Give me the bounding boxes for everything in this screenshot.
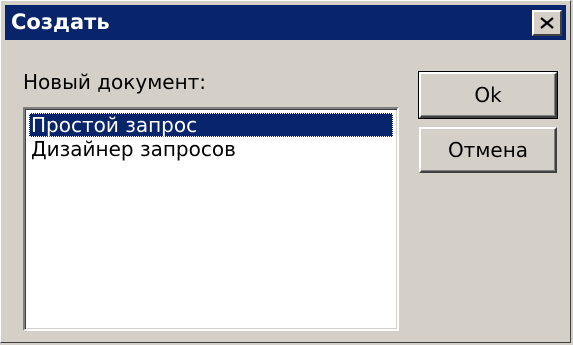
list-item-query-designer[interactable]: Дизайнер запросов <box>29 137 393 161</box>
title-bar[interactable]: Создать <box>5 5 566 40</box>
cancel-button[interactable]: Отмена <box>419 127 557 173</box>
create-dialog: Создать Новый документ: Простой запрос Д… <box>0 0 571 343</box>
new-document-label: Новый документ: <box>23 70 207 94</box>
close-button[interactable] <box>532 10 562 36</box>
close-icon <box>540 17 554 29</box>
ok-button[interactable]: Ok <box>418 71 558 119</box>
document-type-list[interactable]: Простой запрос Дизайнер запросов <box>23 107 399 331</box>
dialog-title: Создать <box>11 10 110 34</box>
list-item-simple-query[interactable]: Простой запрос <box>29 113 393 137</box>
